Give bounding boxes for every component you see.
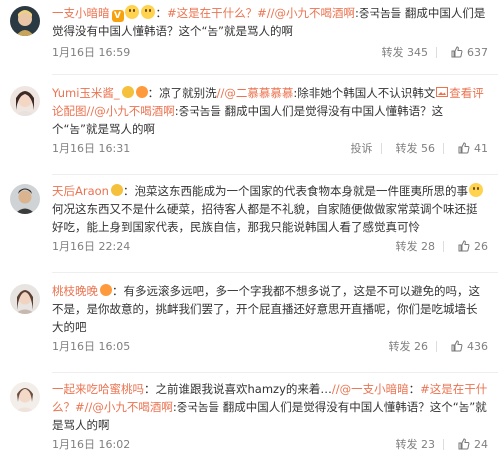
image-icon xyxy=(436,87,449,97)
comment-item: Yumi玉米酱_ ：凉了就别洗//@二慕慕慕慕:除非她个韩国人不认识韩文 查看评论配… xyxy=(0,80,498,158)
comment-text: ：之前谁跟我说喜欢hamzy的来着… xyxy=(144,382,332,396)
verified-icon: V xyxy=(111,10,124,22)
username-link[interactable]: 一支小暗暗 xyxy=(52,6,110,20)
medal-icon xyxy=(110,184,123,196)
username-link[interactable]: 天后Araon xyxy=(52,184,109,198)
mention-link[interactable]: //@小九不喝酒啊 xyxy=(87,104,175,118)
like-count: 436 xyxy=(467,339,488,353)
emoji-icon xyxy=(140,5,155,19)
comment-time: 1月16日 22:24 xyxy=(52,240,131,253)
thumb-up-icon xyxy=(458,438,470,450)
comment-meta: 1月16日 16:31 投诉 转发 56 41 xyxy=(52,140,488,158)
username-link[interactable]: 桃枝晚晚 xyxy=(52,284,98,298)
comment-body: 一支小暗暗 V ：#这是在干什么？#//@小九不喝酒啊:중국놈들 翻成中国人们是觉得… xyxy=(52,0,488,40)
comment-body: 天后Araon ：泡菜这东西能成为一个国家的代表食物本身就是一件匪夷所思的事何况这… xyxy=(52,178,488,236)
username-link[interactable]: Yumi玉米酱_ xyxy=(52,86,120,100)
comment-time: 1月16日 16:59 xyxy=(52,46,131,59)
thumb-up-icon xyxy=(451,46,463,58)
like-count: 26 xyxy=(474,239,488,253)
comment-time: 1月16日 16:05 xyxy=(52,340,131,353)
emoji-icon xyxy=(468,183,483,197)
comment-body: Yumi玉米酱_ ：凉了就别洗//@二慕慕慕慕:除非她个韩国人不认识韩文 查看评论配… xyxy=(52,80,488,138)
comment-divider xyxy=(52,372,498,373)
comment-item: 天后Araon ：泡菜这东西能成为一个国家的代表食物本身就是一件匪夷所思的事何况这… xyxy=(0,178,498,256)
medal-icon xyxy=(121,86,134,98)
comment-actions: 转发 26 436 xyxy=(383,338,489,354)
comment-meta: 1月16日 16:59 转发 345 637 xyxy=(52,44,488,62)
repost-button[interactable]: 转发 56 xyxy=(396,140,436,156)
mention-link[interactable]: //@小九不喝酒啊 xyxy=(85,400,173,414)
comment-actions: 转发 23 24 xyxy=(390,436,489,452)
comment-body: 桃枝晚晚 ：有多远滚多远吧，多一个字我都不想多说了，这是不可以避免的吗，这不是，是… xyxy=(52,278,488,336)
divider xyxy=(443,142,444,154)
repost-button[interactable]: 转发 345 xyxy=(382,44,429,60)
comment-time: 1月16日 16:31 xyxy=(52,142,131,155)
repost-button[interactable]: 转发 26 xyxy=(389,338,429,354)
report-button[interactable]: 投诉 xyxy=(351,140,373,156)
comment-actions: 转发 345 637 xyxy=(376,44,489,60)
avatar[interactable] xyxy=(10,284,40,314)
emoji-icon xyxy=(124,5,139,19)
thumb-up-icon xyxy=(451,340,463,352)
like-button[interactable]: 26 xyxy=(458,240,488,253)
thumb-up-icon xyxy=(458,240,470,252)
like-count: 24 xyxy=(474,437,488,451)
comment-meta: 1月16日 16:02 转发 23 24 xyxy=(52,436,488,454)
comment-time: 1月16日 16:02 xyxy=(52,438,131,451)
avatar[interactable] xyxy=(10,184,40,214)
divider xyxy=(443,438,444,450)
topic-link[interactable]: #这是在干什么？# xyxy=(167,6,267,20)
comment-item: 一支小暗暗 V ：#这是在干什么？#//@小九不喝酒啊:중국놈들 翻成中国人们是觉得… xyxy=(0,0,498,62)
comment-text: :除非她个韩国人不认识韩文 xyxy=(293,86,436,100)
vip-icon xyxy=(135,86,148,98)
comment-meta: 1月16日 22:24 转发 28 26 xyxy=(52,238,488,256)
comment-text: ：泡菜这东西能成为一个国家的代表食物本身就是一件匪夷所思的事 xyxy=(122,184,468,198)
comment-text: 何况这东西又不是什么硬菜，招待客人都是不礼貌，自家随便做做家常菜调个味还挺好吃，… xyxy=(52,202,478,234)
thumb-up-icon xyxy=(458,142,470,154)
mention-link[interactable]: //@小九不喝酒啊 xyxy=(267,6,355,20)
divider xyxy=(380,142,382,154)
separator-text: ： xyxy=(408,382,421,396)
separator-text: ： xyxy=(155,6,168,20)
mention-link[interactable]: //@二慕慕慕慕 xyxy=(217,86,294,100)
username-link[interactable]: 一起来吃哈蜜桃吗 xyxy=(52,382,144,396)
divider xyxy=(443,240,444,252)
comment-divider xyxy=(52,272,498,273)
comment-divider xyxy=(52,74,498,75)
comment-item: 桃枝晚晚 ：有多远滚多远吧，多一个字我都不想多说了，这是不可以避免的吗，这不是，是… xyxy=(0,278,498,356)
comment-text: ：有多远滚多远吧，多一个字我都不想多说了，这是不可以避免的吗，这不是，是你故意的… xyxy=(52,284,480,334)
comment-actions: 转发 28 26 xyxy=(390,238,489,254)
repost-button[interactable]: 转发 28 xyxy=(396,238,436,254)
comment-text: ：凉了就别洗 xyxy=(147,86,217,100)
like-count: 41 xyxy=(474,141,488,155)
mention-link[interactable]: //@一支小暗暗 xyxy=(332,382,409,396)
avatar[interactable] xyxy=(10,6,40,36)
comment-actions: 投诉 转发 56 41 xyxy=(345,140,489,156)
repost-button[interactable]: 转发 23 xyxy=(396,436,436,452)
comment-body: 一起来吃哈蜜桃吗：之前谁跟我说喜欢hamzy的来着…//@一支小暗暗：#这是在干… xyxy=(52,376,488,434)
avatar[interactable] xyxy=(10,86,40,116)
like-button[interactable]: 436 xyxy=(451,340,488,353)
vip-icon xyxy=(100,284,112,296)
avatar[interactable] xyxy=(10,382,40,412)
comment-item: 一起来吃哈蜜桃吗：之前谁跟我说喜欢hamzy的来着…//@一支小暗暗：#这是在干… xyxy=(0,376,498,454)
comment-feed: 一支小暗暗 V ：#这是在干什么？#//@小九不喝酒啊:중국놈들 翻成中国人们是觉得… xyxy=(0,0,498,473)
comment-meta: 1月16日 16:05 转发 26 436 xyxy=(52,338,488,356)
divider xyxy=(436,46,437,58)
like-button[interactable]: 637 xyxy=(451,46,488,59)
divider xyxy=(436,340,437,352)
like-count: 637 xyxy=(467,45,488,59)
like-button[interactable]: 41 xyxy=(458,142,488,155)
comment-divider xyxy=(52,174,498,175)
like-button[interactable]: 24 xyxy=(458,438,488,451)
